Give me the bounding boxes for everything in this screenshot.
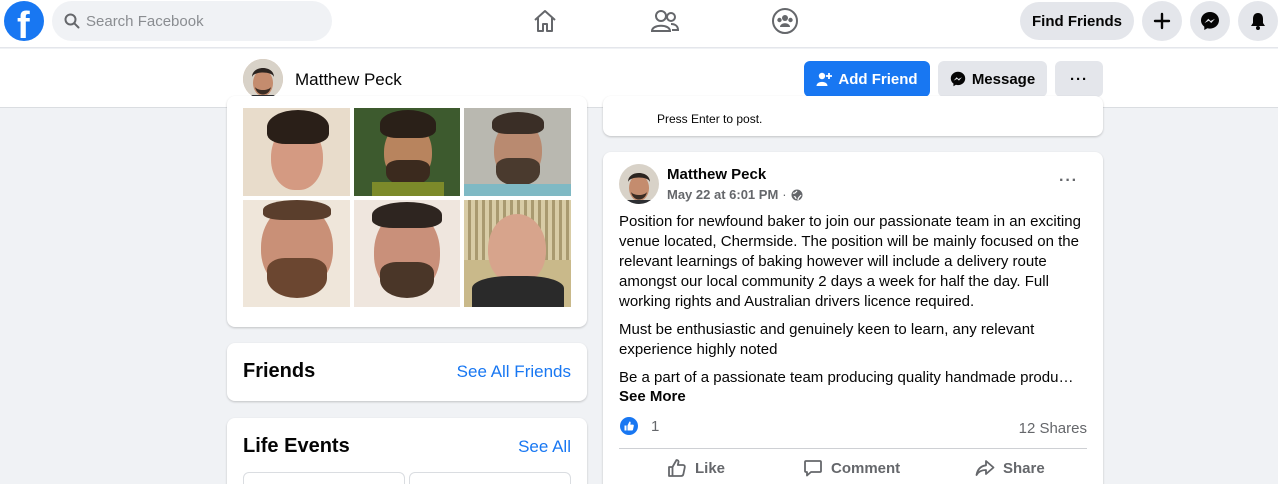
post-meta: May 22 at 6:01 PM · xyxy=(667,187,803,202)
divider xyxy=(619,448,1087,449)
photo-thumbnail[interactable] xyxy=(464,200,571,307)
message-label: Message xyxy=(971,70,1036,88)
see-all-friends-link[interactable]: See All Friends xyxy=(457,362,571,382)
photos-card xyxy=(227,96,587,327)
add-friend-label: Add Friend xyxy=(838,70,918,88)
post-paragraph: Position for newfound baker to join our … xyxy=(619,213,1081,310)
post-author-name[interactable]: Matthew Peck xyxy=(667,166,766,183)
notifications-button[interactable] xyxy=(1238,1,1278,41)
share-icon xyxy=(975,460,995,476)
add-friend-icon xyxy=(816,72,833,86)
press-enter-hint: Press Enter to post. xyxy=(657,112,763,126)
share-label: Share xyxy=(1003,459,1045,477)
avatar[interactable] xyxy=(243,59,283,99)
messenger-icon xyxy=(1201,12,1219,30)
comment-label: Comment xyxy=(831,459,901,477)
post-card: Matthew Peck May 22 at 6:01 PM · ··· Pos… xyxy=(603,152,1103,484)
like-count: 1 xyxy=(651,417,660,435)
create-button[interactable] xyxy=(1142,1,1182,41)
life-event-item[interactable] xyxy=(243,472,405,484)
photo-thumbnail[interactable] xyxy=(354,200,460,307)
friends-card: Friends See All Friends xyxy=(227,343,587,401)
globe-icon xyxy=(791,189,803,200)
like-button[interactable]: Like xyxy=(667,458,725,478)
meta-separator: · xyxy=(782,187,787,202)
top-navigation-bar: f Find Friends xyxy=(0,0,1278,48)
friends-title: Friends xyxy=(243,360,316,382)
search-box[interactable] xyxy=(52,1,332,41)
comment-composer-card: Press Enter to post. xyxy=(603,96,1103,136)
search-icon xyxy=(64,13,80,29)
life-event-item[interactable] xyxy=(409,472,571,484)
life-events-title: Life Events xyxy=(243,435,350,457)
messenger-icon xyxy=(950,71,966,87)
profile-name[interactable]: Matthew Peck xyxy=(295,70,402,90)
post-author-avatar[interactable] xyxy=(619,164,659,204)
message-button[interactable]: Message xyxy=(938,61,1047,97)
post-more-button[interactable]: ··· xyxy=(1059,172,1078,190)
share-button[interactable]: Share xyxy=(975,458,1045,478)
photo-thumbnail[interactable] xyxy=(243,108,350,196)
comment-button[interactable]: Comment xyxy=(803,458,900,478)
groups-icon[interactable] xyxy=(770,6,800,36)
post-paragraph: Be a part of a passionate team producing… xyxy=(619,369,1074,386)
like-reaction-icon xyxy=(620,417,638,435)
post-timestamp[interactable]: May 22 at 6:01 PM xyxy=(667,187,778,202)
like-label: Like xyxy=(695,459,726,477)
search-input[interactable] xyxy=(86,12,306,30)
photo-thumbnail[interactable] xyxy=(354,108,460,196)
facebook-logo[interactable]: f xyxy=(4,1,44,41)
plus-icon xyxy=(1153,12,1171,30)
friends-icon[interactable] xyxy=(650,6,680,36)
reaction-summary[interactable]: 1 xyxy=(619,416,659,436)
see-all-life-events-link[interactable]: See All xyxy=(518,437,571,457)
messenger-button[interactable] xyxy=(1190,1,1230,41)
home-icon[interactable] xyxy=(530,6,560,36)
notifications-icon xyxy=(1251,13,1265,30)
find-friends-button[interactable]: Find Friends xyxy=(1020,2,1134,40)
see-more-link[interactable]: See More xyxy=(619,388,686,405)
post-paragraph: Must be enthusiastic and genuinely keen … xyxy=(619,321,1035,358)
add-friend-button[interactable]: Add Friend xyxy=(804,61,930,97)
shares-count[interactable]: 12 Shares xyxy=(1019,420,1087,437)
photo-thumbnail[interactable] xyxy=(243,200,350,307)
life-events-card: Life Events See All xyxy=(227,418,587,484)
profile-more-button[interactable]: ··· xyxy=(1055,61,1103,97)
photo-thumbnail[interactable] xyxy=(464,108,571,196)
comment-icon xyxy=(804,460,822,477)
like-icon xyxy=(668,459,686,477)
